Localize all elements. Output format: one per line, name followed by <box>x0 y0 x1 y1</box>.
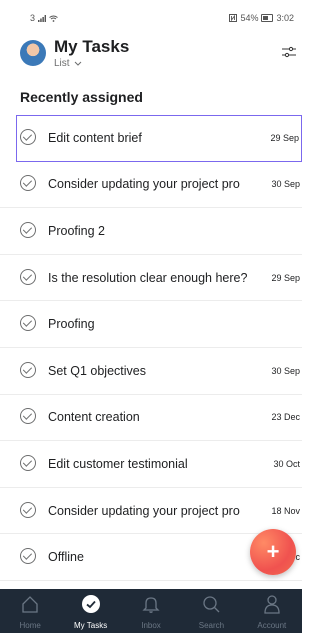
nav-item-account[interactable]: Account <box>242 589 302 633</box>
complete-task-checkbox[interactable] <box>20 175 36 192</box>
page-title: My Tasks <box>54 37 130 56</box>
complete-task-checkbox[interactable] <box>20 129 36 146</box>
task-due-date: 29 Sep <box>266 133 299 144</box>
task-due-date: 23 Dec <box>267 412 300 423</box>
task-name: Edit customer testimonial <box>48 456 188 471</box>
task-name: Set Q1 objectives <box>48 363 146 378</box>
battery-percent: 54% <box>240 13 259 23</box>
add-task-button[interactable]: + <box>250 529 296 575</box>
nav-item-home[interactable]: Home <box>0 589 60 633</box>
task-row[interactable]: Consider updating your project pro 30 Sep <box>0 162 302 209</box>
status-right: 54% 3:02 <box>229 13 294 23</box>
task-name: Consider updating your project pro <box>48 503 240 518</box>
task-name: Proofing 2 <box>48 223 105 238</box>
signal-icon <box>38 14 47 22</box>
task-row[interactable]: Edit content brief 29 Sep <box>16 115 302 162</box>
section-title: Recently assigned <box>20 89 143 105</box>
clock: 3:02 <box>276 13 294 23</box>
task-name: Content creation <box>48 410 140 425</box>
view-dropdown[interactable]: List <box>54 58 82 69</box>
task-name: Consider updating your project pro <box>48 177 240 192</box>
check-circle-icon <box>81 595 100 613</box>
complete-task-checkbox[interactable] <box>20 268 36 285</box>
avatar[interactable] <box>20 40 46 66</box>
task-due-date: 18 Nov <box>267 505 300 516</box>
task-list: Edit content brief 29 Sep Consider updatin… <box>0 115 302 581</box>
bell-icon <box>142 597 160 613</box>
battery-icon <box>261 14 274 22</box>
chevron-down-icon <box>74 61 81 66</box>
task-row[interactable]: Is the resolution clear enough here? 29 S… <box>0 255 302 302</box>
task-name: Edit content brief <box>48 131 142 146</box>
complete-task-checkbox[interactable] <box>20 315 36 332</box>
nav-item-search[interactable]: Search <box>181 589 241 633</box>
status-bar: 3 54% 3:02 <box>0 0 302 34</box>
nav-label: Account <box>257 621 287 630</box>
status-left: 3 <box>30 13 58 23</box>
complete-task-checkbox[interactable] <box>20 361 36 378</box>
nav-label: My Tasks <box>74 621 108 630</box>
status-left-text: 3 <box>30 13 36 23</box>
task-row[interactable]: Proofing <box>0 301 302 348</box>
nfc-icon <box>229 14 238 22</box>
nav-label: Home <box>19 621 41 630</box>
nav-item-my-tasks[interactable]: My Tasks <box>60 589 120 633</box>
filter-icon[interactable] <box>282 46 296 58</box>
complete-task-checkbox[interactable] <box>20 454 36 471</box>
task-row[interactable]: Content creation 23 Dec <box>0 395 302 442</box>
task-name: Is the resolution clear enough here? <box>48 270 248 285</box>
nav-label: Inbox <box>141 621 161 630</box>
nav-item-inbox[interactable]: Inbox <box>121 589 181 633</box>
task-row[interactable]: Proofing 2 <box>0 208 302 255</box>
task-row[interactable]: Edit customer testimonial 30 Oct <box>0 441 302 488</box>
task-row[interactable]: Set Q1 objectives 30 Sep <box>0 348 302 395</box>
task-due-date: 30 Oct <box>269 458 300 469</box>
home-icon <box>22 596 38 613</box>
complete-task-checkbox[interactable] <box>20 501 36 518</box>
nav-label: Search <box>198 621 225 630</box>
task-due-date: 30 Sep <box>267 179 300 190</box>
user-icon <box>264 595 280 614</box>
task-row[interactable]: Consider updating your project pro 18 Nov <box>0 488 302 535</box>
task-name: Proofing <box>48 317 95 332</box>
wifi-icon <box>49 15 58 22</box>
complete-task-checkbox[interactable] <box>20 408 36 425</box>
task-name: Offline <box>48 550 84 565</box>
task-due-date: 29 Sep <box>267 272 300 283</box>
view-dropdown-label: List <box>54 58 70 69</box>
search-icon <box>203 596 220 613</box>
bottom-nav: Home My Tasks Inbox Search Account <box>0 589 302 633</box>
task-due-date: 30 Sep <box>267 365 300 376</box>
complete-task-checkbox[interactable] <box>20 221 36 238</box>
complete-task-checkbox[interactable] <box>20 548 36 565</box>
